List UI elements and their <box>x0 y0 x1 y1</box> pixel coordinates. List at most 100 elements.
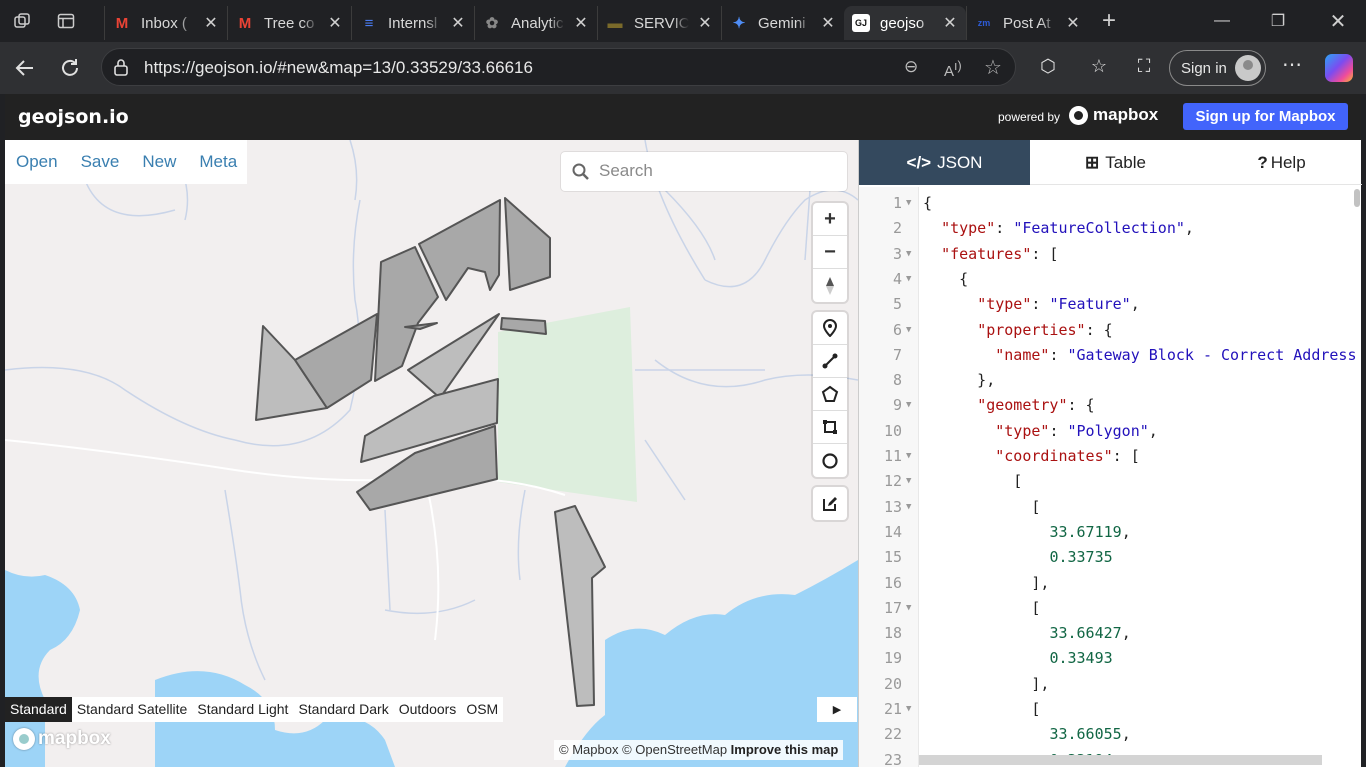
close-tab-icon[interactable]: ✕ <box>450 13 466 33</box>
menu-new[interactable]: New <box>142 152 176 172</box>
search-input[interactable] <box>599 160 829 182</box>
line-number: 6 <box>892 320 902 339</box>
browser-tab[interactable]: ▬ SERVIC ✕ <box>597 6 721 40</box>
navigation-controls: + − <box>813 203 847 302</box>
tab-help[interactable]: ? Help <box>1201 140 1362 185</box>
mapbox-logo[interactable]: mapbox <box>1069 105 1158 125</box>
improve-map-link[interactable]: Improve this map <box>731 742 839 757</box>
attribution-osm[interactable]: © OpenStreetMap <box>622 742 727 757</box>
close-tab-icon[interactable]: ✕ <box>573 13 589 33</box>
draw-line-button[interactable] <box>813 345 847 378</box>
draw-polygon-button[interactable] <box>813 378 847 411</box>
restore-button[interactable]: ❐ <box>1250 0 1306 42</box>
code-line: 1 ▼ { <box>859 191 1362 216</box>
url-text[interactable]: https://geojson.io/#new&map=13/0.33529/3… <box>144 58 533 78</box>
browser-tab[interactable]: ≡ Internsl ✕ <box>351 6 474 40</box>
tab-table[interactable]: ⊞ Table <box>1030 140 1201 185</box>
draw-point-button[interactable] <box>813 312 847 345</box>
code-text: 33.66427, <box>1049 624 1131 643</box>
mapbox-watermark[interactable]: mapbox <box>13 728 111 750</box>
browser-tab[interactable]: zm Post At ✕ <box>966 6 1089 40</box>
fold-toggle-icon[interactable]: ▼ <box>906 495 916 520</box>
close-tab-icon[interactable]: ✕ <box>697 13 713 33</box>
file-menu: Open Save New Meta <box>5 140 248 184</box>
style-standard-light[interactable]: Standard Light <box>192 697 293 722</box>
close-window-button[interactable]: ✕ <box>1310 0 1366 42</box>
style-osm[interactable]: OSM <box>461 697 503 722</box>
fold-toggle-icon[interactable]: ▼ <box>906 469 916 494</box>
vertical-scrollbar[interactable] <box>1354 189 1360 207</box>
code-line: 18 33.66427, <box>859 621 1362 646</box>
copilot-icon[interactable] <box>1325 54 1353 82</box>
address-bar[interactable]: https://geojson.io/#new&map=13/0.33529/3… <box>101 48 1016 86</box>
browser-tab[interactable]: GJ geojso ✕ <box>844 6 966 40</box>
compass-button[interactable] <box>813 269 847 302</box>
zoom-icon: zm <box>977 18 991 28</box>
workspaces-icon[interactable] <box>0 0 44 42</box>
menu-meta[interactable]: Meta <box>199 152 237 172</box>
browser-tab-label: Gemini <box>758 14 806 32</box>
edit-button[interactable] <box>813 487 847 520</box>
style-outdoors[interactable]: Outdoors <box>394 697 462 722</box>
polygon-icon <box>821 385 839 402</box>
sign-in-button[interactable]: Sign in <box>1169 50 1266 86</box>
horizontal-scrollbar[interactable] <box>919 755 1322 765</box>
fold-toggle-icon[interactable]: ▼ <box>906 318 916 343</box>
back-button[interactable] <box>9 52 41 84</box>
more-menu-icon[interactable]: ⋯ <box>1280 52 1304 77</box>
code-line: 8 }, <box>859 368 1362 393</box>
fold-toggle-icon[interactable]: ▼ <box>906 267 916 292</box>
browser-tab[interactable]: ✦ Gemini ✕ <box>721 6 844 40</box>
map-canvas[interactable]: Open Save New Meta + − <box>5 140 858 767</box>
style-standard[interactable]: Standard <box>5 697 72 722</box>
fold-toggle-icon[interactable]: ▼ <box>906 393 916 418</box>
browser-tab[interactable]: ✿ Analytic ✕ <box>474 6 597 40</box>
browser-tab[interactable]: M Tree co ✕ <box>227 6 351 40</box>
zoom-icon[interactable]: ⊖ <box>904 57 918 77</box>
draw-circle-button[interactable] <box>813 444 847 477</box>
mapbox-watermark-label: mapbox <box>38 728 111 749</box>
minimize-button[interactable]: — <box>1194 0 1250 42</box>
signup-mapbox-button[interactable]: Sign up for Mapbox <box>1183 103 1348 130</box>
style-standard-satellite[interactable]: Standard Satellite <box>72 697 193 722</box>
favorite-star-icon[interactable]: ☆ <box>984 55 1002 80</box>
zoom-out-button[interactable]: − <box>813 236 847 269</box>
zoom-in-button[interactable]: + <box>813 203 847 236</box>
close-tab-icon[interactable]: ✕ <box>203 13 219 33</box>
line-number: 10 <box>883 421 902 440</box>
map-style-switcher: Standard Standard Satellite Standard Lig… <box>5 697 504 722</box>
close-tab-icon[interactable]: ✕ <box>1065 13 1081 33</box>
close-tab-icon[interactable]: ✕ <box>820 13 836 33</box>
code-icon: </> <box>906 152 932 172</box>
extensions-icon[interactable]: ⬡ <box>1036 56 1060 77</box>
browser-tab-label: Post At <box>1003 14 1051 32</box>
favorites-icon[interactable]: ☆ <box>1087 56 1111 77</box>
code-line: 16 ], <box>859 571 1362 596</box>
fold-toggle-icon[interactable]: ▼ <box>906 444 916 469</box>
draw-rectangle-button[interactable] <box>813 411 847 444</box>
close-tab-icon[interactable]: ✕ <box>942 13 958 33</box>
lock-icon[interactable] <box>112 58 130 76</box>
fold-toggle-icon[interactable]: ▼ <box>906 191 916 216</box>
json-editor[interactable]: 1 ▼{2 "type": "FeatureCollection", 3 ▼ "fea… <box>859 187 1362 767</box>
line-number: 11 <box>883 447 902 465</box>
fold-toggle-icon[interactable]: ▼ <box>906 596 916 621</box>
menu-open[interactable]: Open <box>16 152 58 172</box>
tab-actions-icon[interactable] <box>44 0 88 42</box>
code-line: 15 0.33735 <box>859 545 1362 570</box>
refresh-button[interactable] <box>54 52 86 84</box>
layer-expand-button[interactable]: ▶ <box>817 697 857 722</box>
style-standard-dark[interactable]: Standard Dark <box>293 697 393 722</box>
tab-json[interactable]: </> JSON <box>859 140 1030 185</box>
app-brand[interactable]: geojson.io <box>18 106 129 128</box>
new-tab-button[interactable]: + <box>1089 7 1129 35</box>
menu-save[interactable]: Save <box>81 152 120 172</box>
fold-toggle-icon[interactable]: ▼ <box>906 697 916 722</box>
read-aloud-icon[interactable]: Aı) <box>944 59 962 80</box>
attribution-mapbox[interactable]: © Mapbox <box>559 742 618 757</box>
screenshot-icon[interactable]: ⛶ <box>1132 56 1156 77</box>
line-number: 12 <box>883 472 902 491</box>
browser-tab[interactable]: M Inbox (✕ <box>104 6 227 40</box>
fold-toggle-icon[interactable]: ▼ <box>906 242 916 267</box>
close-tab-icon[interactable]: ✕ <box>327 13 343 33</box>
